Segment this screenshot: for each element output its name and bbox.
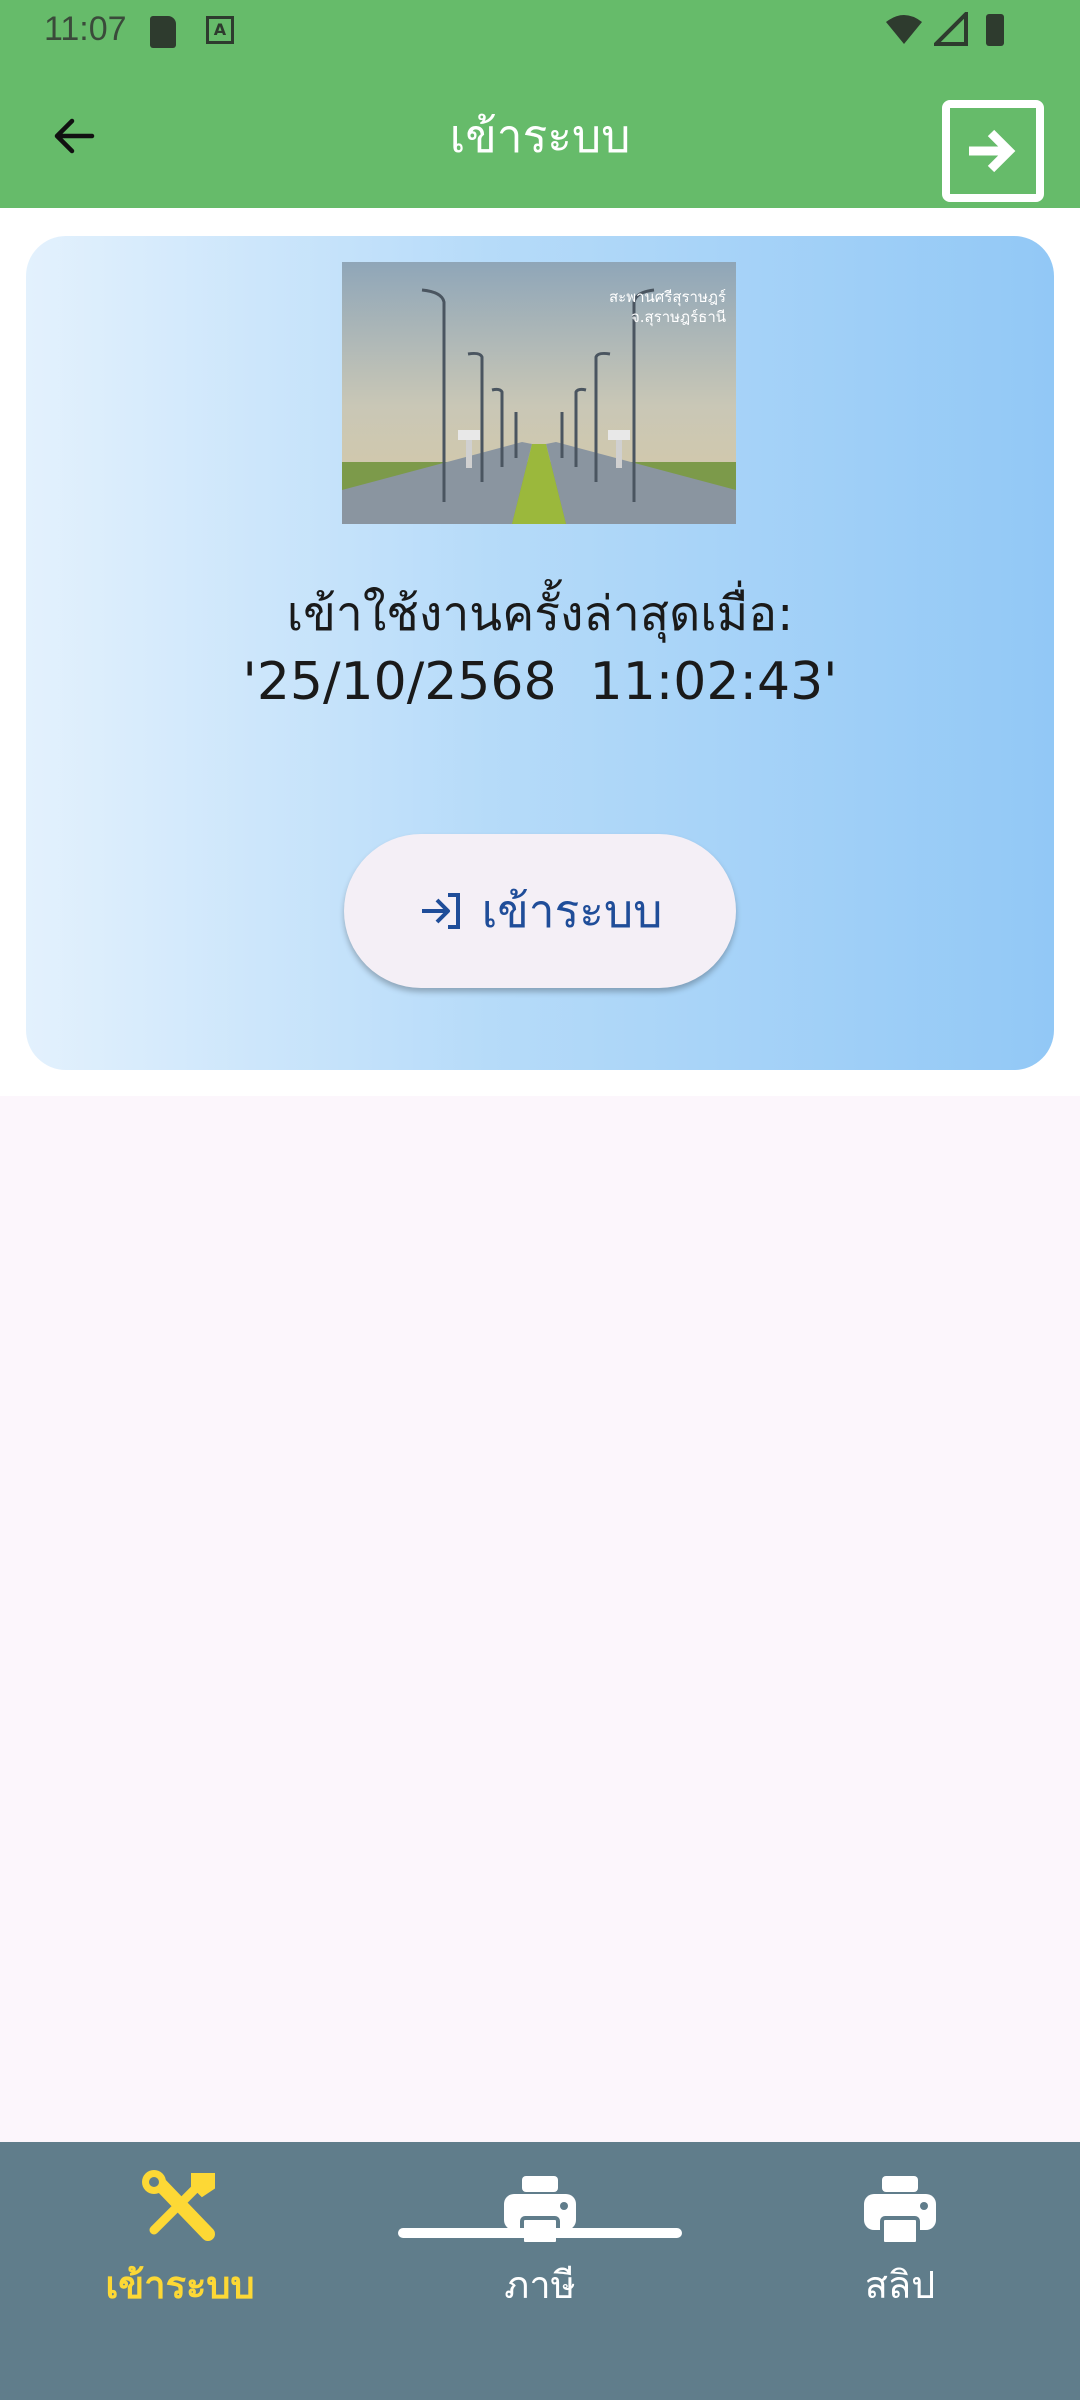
- battery-icon: [986, 14, 1004, 46]
- bottom-navigation: เข้าระบบ ภาษี สลิป: [0, 2142, 1080, 2400]
- wifi-icon: [886, 15, 922, 44]
- last-login-timestamp: '25/10/2568 11:02:43': [242, 652, 838, 712]
- login-arrow-icon: [421, 893, 460, 929]
- login-button-label: เข้าระบบ: [481, 883, 663, 938]
- content-area: สะพานศรีสุราษฎร์ จ.สุราษฎร์ธานี เข้าใช้ง…: [0, 208, 1080, 1096]
- nav-item-login[interactable]: เข้าระบบ: [30, 2168, 330, 2318]
- nav-item-tax[interactable]: ภาษี: [390, 2168, 690, 2318]
- sd-card-icon: [150, 16, 176, 48]
- signal-icon: [934, 12, 968, 46]
- login-action-button[interactable]: [942, 100, 1044, 202]
- login-box-icon: [969, 129, 1016, 173]
- home-indicator[interactable]: [398, 2228, 682, 2238]
- nav-label-slip: สลิป: [864, 2263, 936, 2307]
- status-time: 11:07: [44, 10, 127, 48]
- status-bar: 11:07 A: [0, 0, 1080, 62]
- last-login-label: เข้าใช้งานครั้งล่าสุดเมื่อ:: [286, 586, 794, 642]
- a-badge-icon: A: [206, 16, 234, 44]
- login-card: สะพานศรีสุราษฎร์ จ.สุราษฎร์ธานี เข้าใช้ง…: [26, 236, 1054, 1070]
- app-bar: เข้าระบบ: [0, 62, 1080, 208]
- page-title: เข้าระบบ: [449, 109, 631, 163]
- nav-label-login: เข้าระบบ: [105, 2263, 255, 2307]
- bridge-banner-image: สะพานศรีสุราษฎร์ จ.สุราษฎร์ธานี: [342, 262, 736, 524]
- printer-icon: [864, 2176, 936, 2246]
- nav-label-tax: ภาษี: [504, 2263, 576, 2307]
- banner-caption-line1: สะพานศรีสุราษฎร์: [609, 288, 726, 307]
- banner-caption-line2: จ.สุราษฎร์ธานี: [631, 308, 726, 327]
- login-button[interactable]: เข้าระบบ: [344, 834, 736, 988]
- nav-item-slip[interactable]: สลิป: [750, 2168, 1050, 2318]
- tools-icon: [142, 2170, 215, 2241]
